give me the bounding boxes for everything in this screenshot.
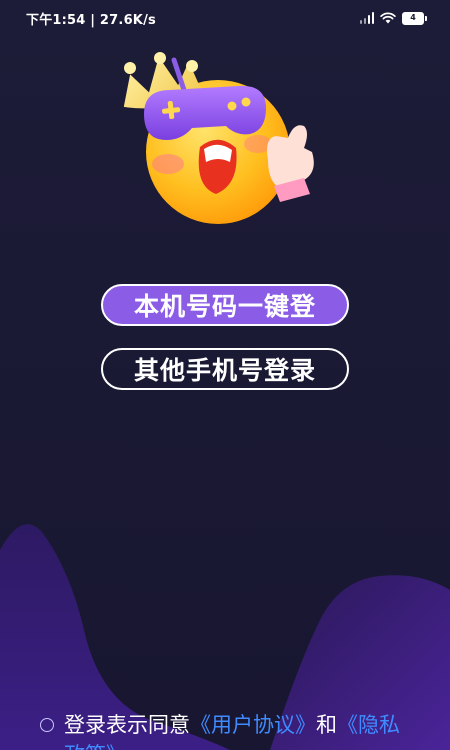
agreement-conjunction: 和: [316, 713, 337, 737]
one-click-login-button[interactable]: 本机号码一键登: [101, 284, 349, 326]
radio-unchecked-icon[interactable]: [40, 718, 54, 732]
mascot-illustration: [123, 52, 314, 224]
login-screen: 下午1:54 | 27.6K/s 4 本机号码一键登 其他手机号登录 登录表示同…: [0, 0, 450, 750]
agreement-text: 登录表示同意《用户协议》和《隐私政策》: [64, 710, 420, 750]
agreement-prefix: 登录表示同意: [64, 713, 190, 737]
status-icons: 4: [359, 11, 427, 25]
battery-level: 4: [410, 13, 416, 22]
wifi-icon: [380, 12, 396, 24]
other-number-login-button[interactable]: 其他手机号登录: [101, 348, 349, 390]
status-time-speed: 下午1:54 | 27.6K/s: [26, 12, 156, 28]
signal-icon: [359, 12, 374, 24]
battery-icon: 4: [402, 11, 427, 25]
agreement-row: 登录表示同意《用户协议》和《隐私政策》: [40, 710, 420, 750]
status-bar: 下午1:54 | 27.6K/s 4: [0, 0, 450, 36]
user-agreement-link[interactable]: 《用户协议》: [190, 713, 316, 737]
